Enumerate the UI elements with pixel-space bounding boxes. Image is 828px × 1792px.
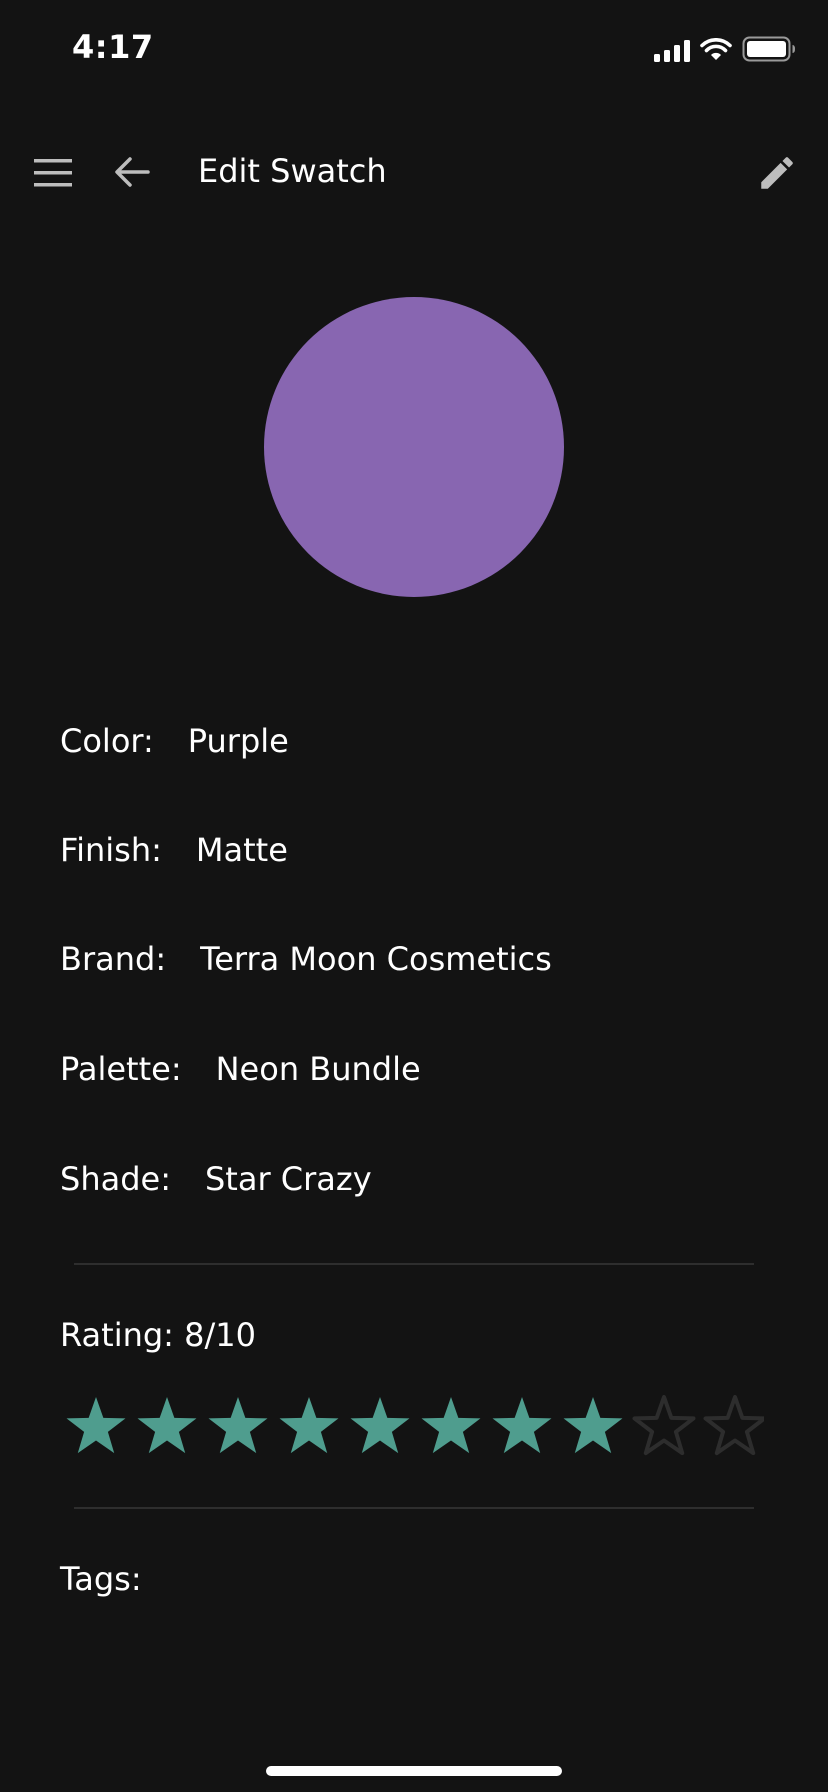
detail-brand-label: Brand: (60, 940, 167, 978)
back-arrow-icon[interactable] (112, 152, 152, 192)
app-bar: Edit Swatch (0, 122, 828, 226)
star-filled-icon[interactable] (66, 1397, 126, 1454)
detail-color: Color: Purple (60, 722, 289, 760)
star-filled-icon[interactable] (563, 1397, 623, 1454)
detail-shade-label: Shade: (60, 1160, 171, 1198)
star-filled-icon[interactable] (279, 1397, 339, 1454)
tags-label: Tags: (60, 1560, 142, 1598)
wifi-icon (700, 38, 732, 62)
star-filled-icon[interactable] (350, 1397, 410, 1454)
swatch-color-circle (264, 297, 564, 597)
detail-shade-value: Star Crazy (204, 1160, 372, 1198)
detail-finish-value: Matte (195, 831, 288, 869)
detail-color-label: Color: (60, 722, 154, 760)
menu-icon[interactable] (34, 158, 74, 188)
home-indicator (266, 1766, 562, 1776)
divider (74, 1263, 754, 1265)
rating-label: Rating: 8/10 (60, 1316, 256, 1354)
status-bar: 4:17 (0, 0, 828, 100)
detail-brand-value: Terra Moon Cosmetics (200, 940, 552, 978)
star-filled-icon[interactable] (492, 1397, 552, 1454)
star-filled-icon[interactable] (208, 1397, 268, 1454)
star-rating[interactable] (64, 1395, 764, 1459)
battery-icon (742, 36, 796, 62)
detail-color-value: Purple (187, 722, 289, 760)
status-icons (654, 36, 796, 62)
star-filled-icon[interactable] (421, 1397, 481, 1454)
star-filled-icon[interactable] (137, 1397, 197, 1454)
star-empty-icon[interactable] (703, 1395, 764, 1456)
detail-palette-value: Neon Bundle (215, 1050, 421, 1088)
divider (74, 1507, 754, 1509)
detail-finish-label: Finish: (60, 831, 162, 869)
detail-shade: Shade: Star Crazy (60, 1160, 372, 1198)
detail-palette-label: Palette: (60, 1050, 182, 1088)
detail-brand: Brand: Terra Moon Cosmetics (60, 940, 552, 978)
detail-finish: Finish: Matte (60, 831, 288, 869)
cellular-signal-icon (654, 38, 690, 62)
page-title: Edit Swatch (198, 152, 387, 190)
star-empty-icon[interactable] (632, 1395, 696, 1456)
status-time: 4:17 (72, 28, 154, 66)
detail-palette: Palette: Neon Bundle (60, 1050, 421, 1088)
pencil-edit-icon[interactable] (756, 152, 798, 194)
